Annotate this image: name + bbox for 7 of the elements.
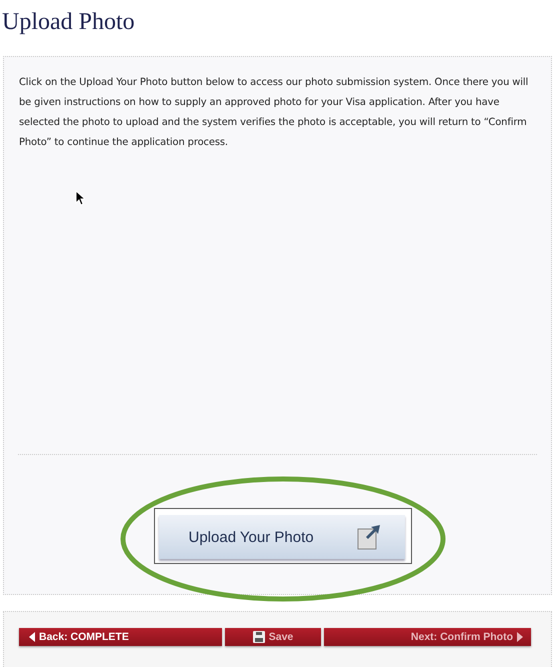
- upload-photo-button[interactable]: Upload Your Photo: [158, 515, 404, 559]
- upload-icon: [356, 524, 380, 550]
- page-title: Upload Photo: [1, 8, 136, 37]
- cursor-icon: [75, 190, 85, 206]
- left-arrow-icon: [29, 632, 35, 642]
- back-button[interactable]: Back: COMPLETE: [19, 628, 222, 646]
- right-arrow-icon: [517, 632, 523, 642]
